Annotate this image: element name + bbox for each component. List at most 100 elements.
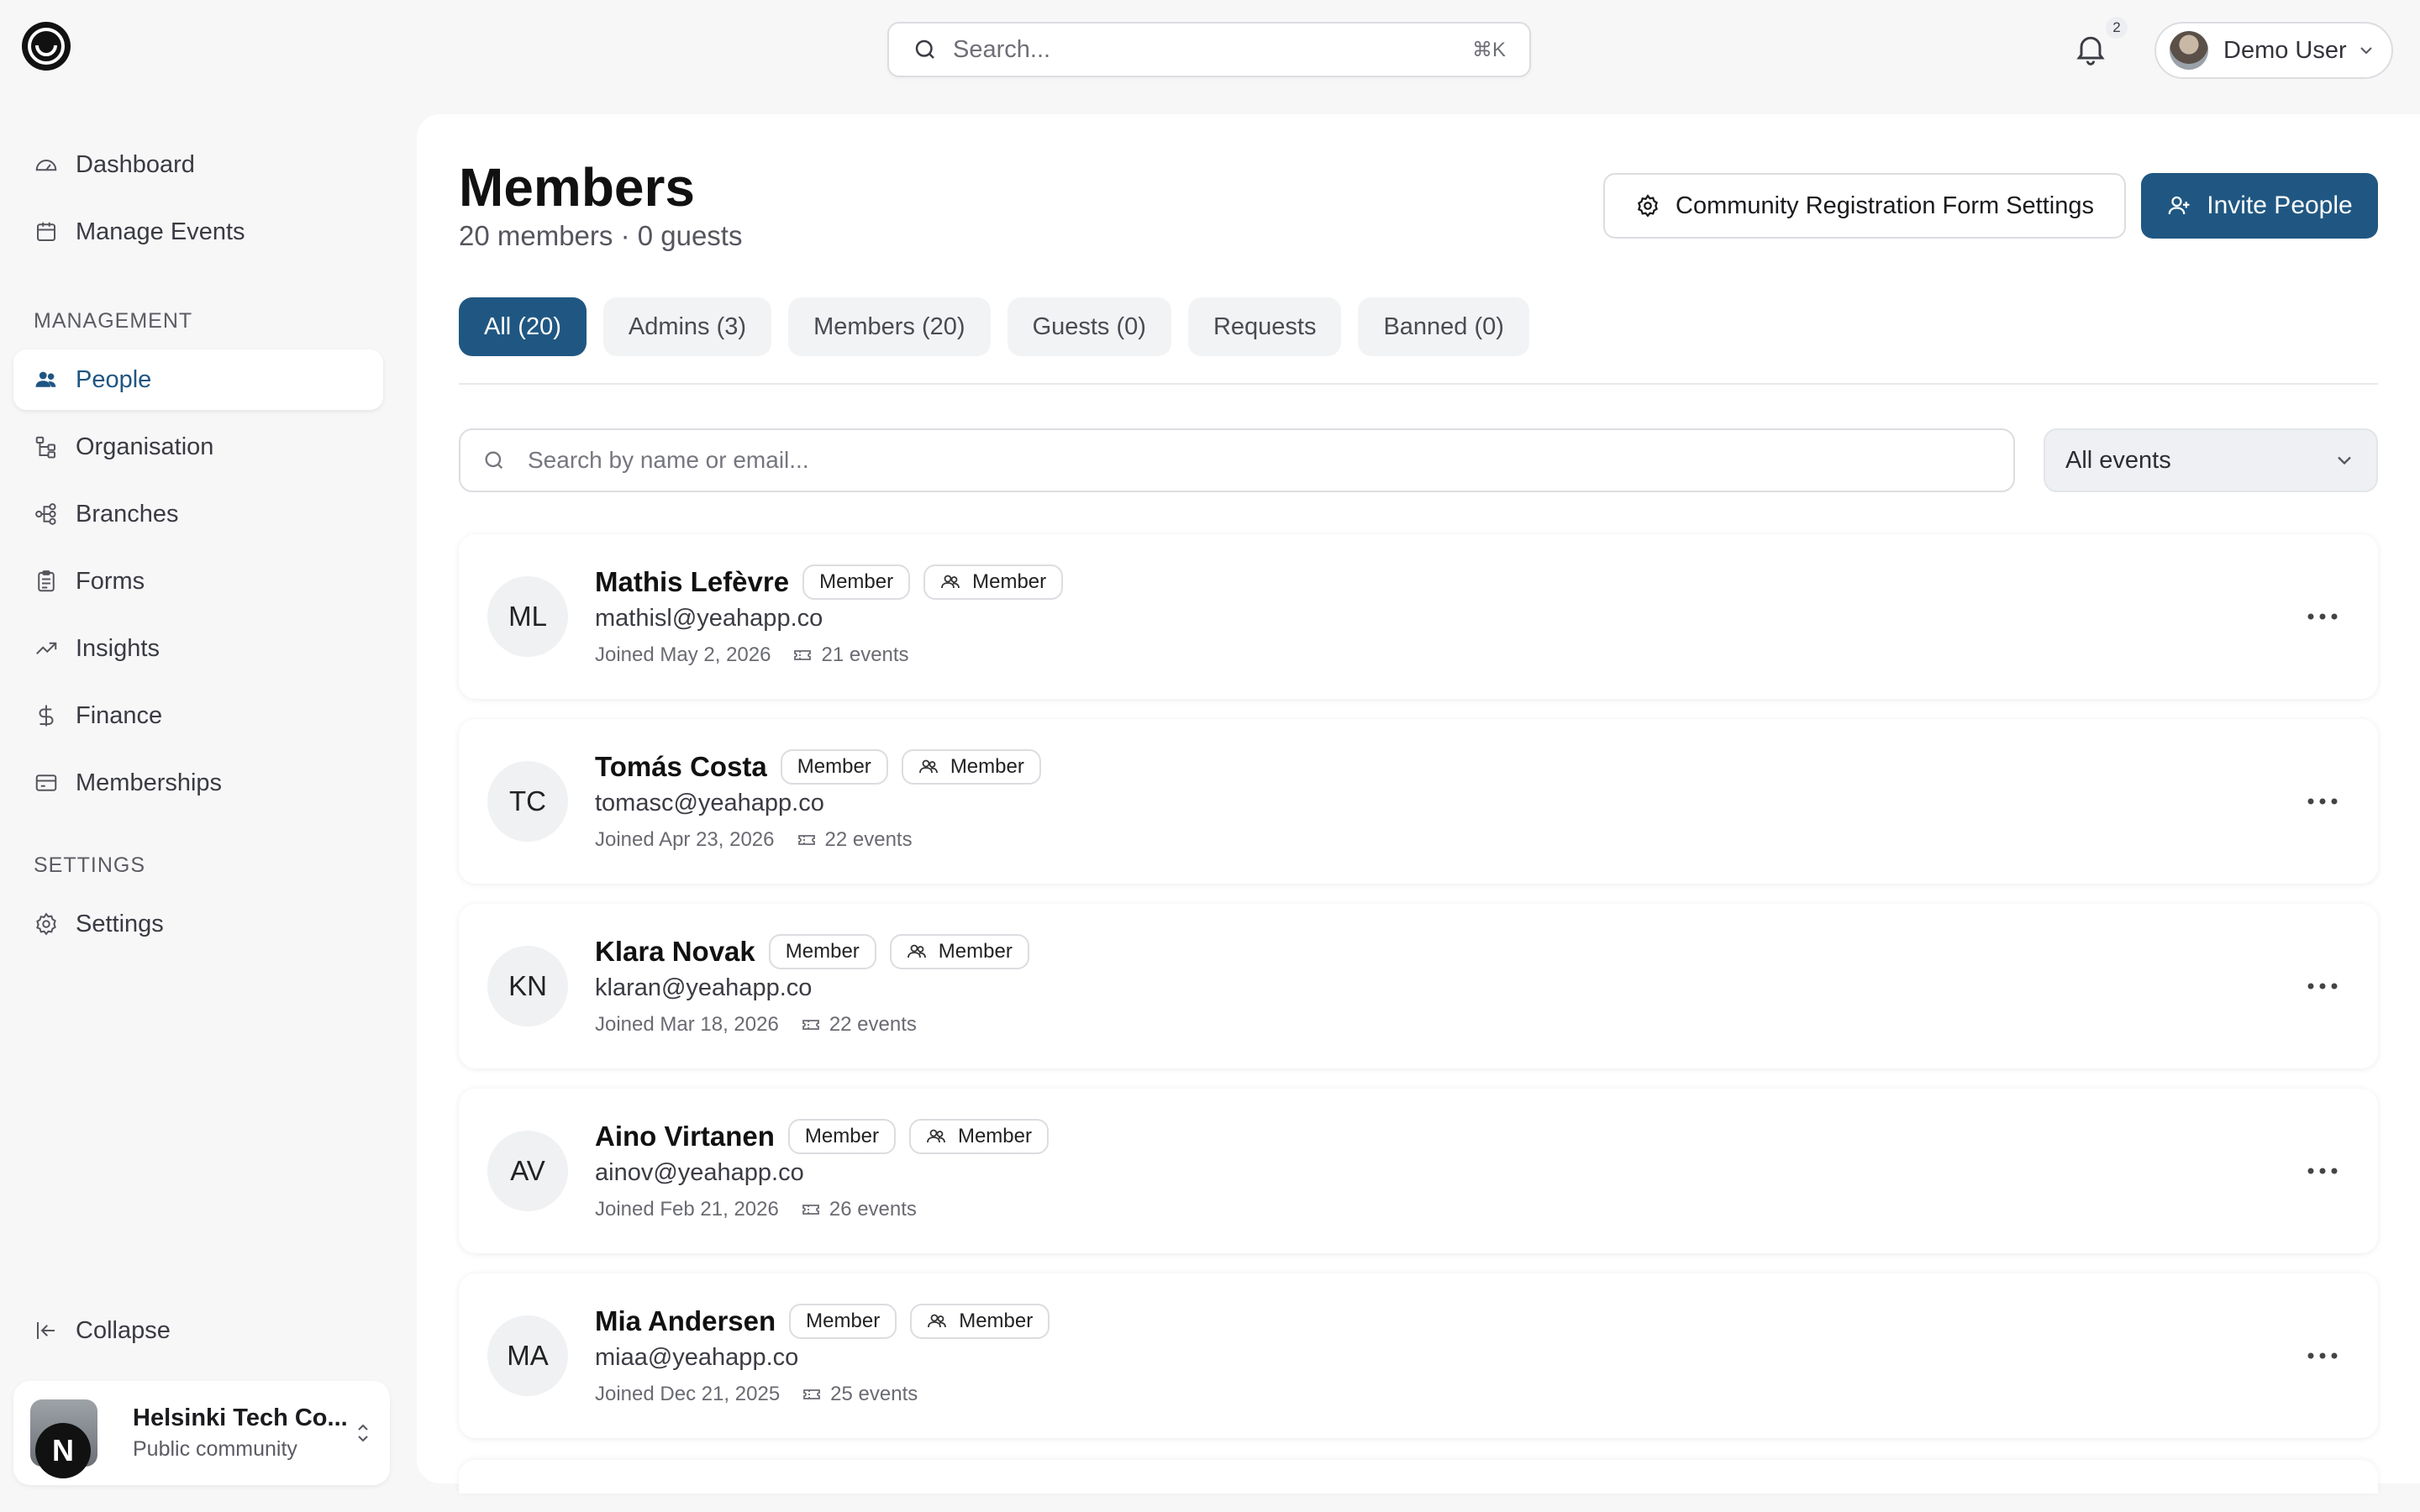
gauge-icon <box>35 160 57 171</box>
role-badge: Member <box>802 564 911 600</box>
member-row[interactable]: AV Aino Virtanen Member Member ainov@yea… <box>459 1089 2378 1253</box>
sidebar-item-memberships[interactable]: Memberships <box>13 753 383 813</box>
member-email: tomasc@yeahapp.co <box>595 790 824 816</box>
gear-icon <box>1637 194 1658 218</box>
chevron-down-icon <box>2338 456 2351 465</box>
invite-people-button[interactable]: Invite People <box>2141 173 2378 239</box>
sidebar-item-label: Dashboard <box>76 150 195 178</box>
ticket-icon <box>802 1205 819 1215</box>
member-row[interactable]: KN Klara Novak Member Member klaran@yeah… <box>459 904 2378 1068</box>
tab-banned[interactable]: Banned (0) <box>1358 297 1529 356</box>
role-badge: Member <box>789 1304 897 1339</box>
ticket-icon <box>803 1389 821 1399</box>
invite-people-label: Invite People <box>2207 192 2353 219</box>
users-icon <box>927 1129 945 1143</box>
ticket-icon <box>794 650 812 660</box>
community-switcher[interactable]: N Helsinki Tech Co... Public community <box>13 1381 390 1485</box>
collapse-label: Collapse <box>76 1316 171 1344</box>
tab-requests[interactable]: Requests <box>1187 297 1342 356</box>
sidebar-item-label: Finance <box>76 701 163 729</box>
chevron-down-icon <box>2360 47 2372 55</box>
search-icon <box>485 451 503 470</box>
users-icon <box>35 371 56 387</box>
more-options-icon[interactable] <box>2306 605 2339 628</box>
events-filter-select[interactable]: All events <box>2044 428 2378 492</box>
tab-all[interactable]: All (20) <box>459 297 587 356</box>
calendar-icon <box>37 222 55 241</box>
users-icon <box>928 1314 947 1328</box>
more-options-icon[interactable] <box>2306 1159 2339 1183</box>
registration-form-settings-button[interactable]: Community Registration Form Settings <box>1603 173 2126 239</box>
role-badge: Member <box>787 1119 896 1154</box>
dollar-icon <box>39 705 54 727</box>
member-name: Mia Andersen <box>595 1305 776 1336</box>
member-search-placeholder: Search by name or email... <box>528 447 809 473</box>
community-logo-letter: N <box>35 1423 91 1478</box>
sidebar-item-forms[interactable]: Forms <box>13 551 383 612</box>
user-menu-button[interactable]: Demo User <box>2154 22 2393 79</box>
member-row[interactable]: MA Mia Andersen Member Member miaa@yeaha… <box>459 1273 2378 1438</box>
ticket-icon <box>797 835 815 845</box>
member-events-count: 25 events <box>830 1383 918 1405</box>
role-badge: Member <box>780 749 888 785</box>
collapse-button[interactable]: Collapse <box>13 1300 383 1361</box>
member-joined: Joined May 2, 2026 <box>595 643 771 666</box>
sidebar-item-people[interactable]: People <box>13 349 383 410</box>
member-avatar: ML <box>487 576 568 657</box>
sidebar-item-label: Manage Events <box>76 218 245 245</box>
sidebar-item-finance[interactable]: Finance <box>13 685 383 746</box>
type-badge: Member <box>923 564 1064 600</box>
sidebar-item-insights[interactable]: Insights <box>13 618 383 679</box>
sidebar-item-dashboard[interactable]: Dashboard <box>13 134 383 195</box>
member-email: mathisl@yeahapp.co <box>595 605 823 632</box>
member-name: Klara Novak <box>595 936 755 967</box>
member-row[interactable]: ML Mathis Lefèvre Member Member mathisl@… <box>459 534 2378 699</box>
tab-guests[interactable]: Guests (0) <box>1007 297 1171 356</box>
user-name: Demo User <box>2223 36 2347 64</box>
app-logo[interactable] <box>20 20 72 72</box>
clipboard-icon <box>38 570 55 592</box>
member-row[interactable] <box>459 1460 2378 1494</box>
hierarchy-icon <box>35 436 55 459</box>
sidebar-item-branches[interactable]: Branches <box>13 484 383 544</box>
search-shortcut: ⌘K <box>1471 38 1506 61</box>
sidebar-item-manage-events[interactable]: Manage Events <box>13 202 383 262</box>
type-badge: Member <box>908 1119 1049 1154</box>
ticket-icon <box>802 1020 819 1030</box>
global-search-input[interactable]: Search... ⌘K <box>887 22 1531 77</box>
member-events-count: 22 events <box>829 1013 917 1036</box>
type-badge: Member <box>889 934 1029 969</box>
page-title: Members <box>459 157 695 218</box>
page-subtitle: 20 members · 0 guests <box>459 220 743 251</box>
trend-icon <box>36 642 57 654</box>
sidebar-item-settings[interactable]: Settings <box>13 894 383 954</box>
tab-members[interactable]: Members (20) <box>788 297 991 356</box>
more-options-icon[interactable] <box>2306 974 2339 998</box>
sidebar-item-label: Insights <box>76 634 160 662</box>
sidebar-item-organisation[interactable]: Organisation <box>13 417 383 477</box>
member-avatar: KN <box>487 946 568 1026</box>
member-joined: Joined Feb 21, 2026 <box>595 1198 779 1221</box>
type-badge-label: Member <box>959 1310 1034 1332</box>
member-row[interactable]: TC Tomás Costa Member Member tomasc@yeah… <box>459 719 2378 884</box>
sidebar-item-label: Forms <box>76 567 145 595</box>
member-tabs: All (20) Admins (3) Members (20) Guests … <box>459 297 1529 356</box>
sidebar-item-label: Branches <box>76 500 179 528</box>
gear-icon <box>36 912 56 936</box>
member-search-input[interactable]: Search by name or email... <box>459 428 2015 492</box>
events-filter-value: All events <box>2065 446 2171 474</box>
registration-form-settings-label: Community Registration Form Settings <box>1676 192 2094 219</box>
users-icon <box>941 575 960 589</box>
member-joined: Joined Apr 23, 2026 <box>595 828 775 851</box>
bell-icon[interactable] <box>2072 30 2109 67</box>
member-joined: Joined Mar 18, 2026 <box>595 1013 779 1036</box>
card-icon <box>35 774 57 791</box>
more-options-icon[interactable] <box>2306 790 2339 813</box>
tab-admins[interactable]: Admins (3) <box>602 297 772 356</box>
sidebar-item-label: Organisation <box>76 433 214 460</box>
more-options-icon[interactable] <box>2306 1344 2339 1368</box>
users-icon <box>918 759 938 774</box>
type-badge-label: Member <box>938 940 1013 963</box>
sidebar-item-label: Settings <box>76 910 164 937</box>
member-name: Tomás Costa <box>595 751 767 782</box>
